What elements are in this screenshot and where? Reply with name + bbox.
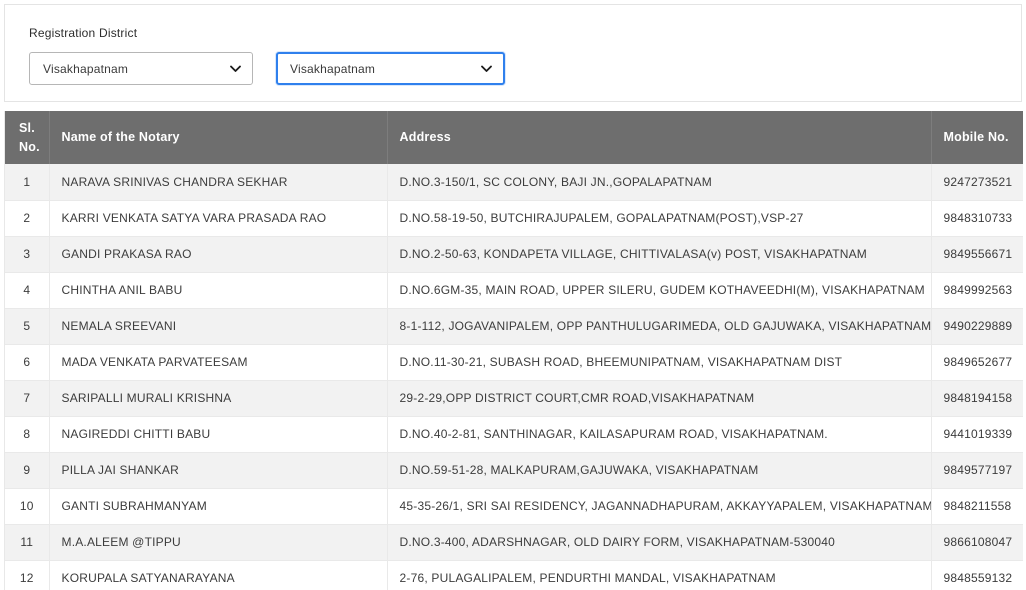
cell-address: D.NO.59-51-28, MALKAPURAM,GAJUWAKA, VISA… — [387, 452, 931, 488]
cell-notary-name: M.A.ALEEM @TIPPU — [49, 524, 387, 560]
cell-mobile-no: 9490229889 — [931, 308, 1023, 344]
cell-notary-name: KORUPALA SATYANARAYANA — [49, 560, 387, 590]
cell-mobile-no: 9247273521 — [931, 164, 1023, 200]
chevron-down-icon — [230, 65, 241, 72]
sub-district-select[interactable]: Visakhapatnam — [276, 52, 505, 85]
table-row: 12 KORUPALA SATYANARAYANA 2-76, PULAGALI… — [5, 560, 1023, 590]
cell-sl-no: 12 — [5, 560, 49, 590]
cell-mobile-no: 9849992563 — [931, 272, 1023, 308]
cell-notary-name: KARRI VENKATA SATYA VARA PRASADA RAO — [49, 200, 387, 236]
cell-sl-no: 6 — [5, 344, 49, 380]
registration-district-label: Registration District — [29, 26, 997, 40]
cell-sl-no: 2 — [5, 200, 49, 236]
cell-sl-no: 10 — [5, 488, 49, 524]
notary-table-body: 1 NARAVA SRINIVAS CHANDRA SEKHAR D.NO.3-… — [5, 164, 1023, 590]
registration-district-select[interactable]: Visakhapatnam — [29, 52, 253, 85]
cell-mobile-no: 9849556671 — [931, 236, 1023, 272]
cell-sl-no: 9 — [5, 452, 49, 488]
cell-sl-no: 8 — [5, 416, 49, 452]
cell-notary-name: PILLA JAI SHANKAR — [49, 452, 387, 488]
cell-notary-name: GANDI PRAKASA RAO — [49, 236, 387, 272]
notary-table-container: Sl. No. Name of the Notary Address Mobil… — [4, 111, 1022, 590]
cell-address: 45-35-26/1, SRI SAI RESIDENCY, JAGANNADH… — [387, 488, 931, 524]
table-row: 2 KARRI VENKATA SATYA VARA PRASADA RAO D… — [5, 200, 1023, 236]
table-row: 7 SARIPALLI MURALI KRISHNA 29-2-29,OPP D… — [5, 380, 1023, 416]
cell-mobile-no: 9849577197 — [931, 452, 1023, 488]
header-notary-name: Name of the Notary — [49, 111, 387, 164]
cell-address: D.NO.6GM-35, MAIN ROAD, UPPER SILERU, GU… — [387, 272, 931, 308]
registration-district-panel: Registration District Visakhapatnam Visa… — [4, 4, 1022, 102]
cell-mobile-no: 9848559132 — [931, 560, 1023, 590]
cell-sl-no: 5 — [5, 308, 49, 344]
cell-address: D.NO.3-400, ADARSHNAGAR, OLD DAIRY FORM,… — [387, 524, 931, 560]
cell-sl-no: 11 — [5, 524, 49, 560]
cell-address: D.NO.40-2-81, SANTHINAGAR, KAILASAPURAM … — [387, 416, 931, 452]
table-row: 3 GANDI PRAKASA RAO D.NO.2-50-63, KONDAP… — [5, 236, 1023, 272]
cell-notary-name: NEMALA SREEVANI — [49, 308, 387, 344]
cell-notary-name: NAGIREDDI CHITTI BABU — [49, 416, 387, 452]
cell-mobile-no: 9848194158 — [931, 380, 1023, 416]
cell-address: 8-1-112, JOGAVANIPALEM, OPP PANTHULUGARI… — [387, 308, 931, 344]
cell-address: D.NO.58-19-50, BUTCHIRAJUPALEM, GOPALAPA… — [387, 200, 931, 236]
cell-notary-name: NARAVA SRINIVAS CHANDRA SEKHAR — [49, 164, 387, 200]
cell-sl-no: 7 — [5, 380, 49, 416]
sub-district-select-value: Visakhapatnam — [290, 62, 375, 76]
table-row: 1 NARAVA SRINIVAS CHANDRA SEKHAR D.NO.3-… — [5, 164, 1023, 200]
cell-address: D.NO.2-50-63, KONDAPETA VILLAGE, CHITTIV… — [387, 236, 931, 272]
cell-sl-no: 1 — [5, 164, 49, 200]
notary-table: Sl. No. Name of the Notary Address Mobil… — [5, 111, 1023, 590]
cell-address: 29-2-29,OPP DISTRICT COURT,CMR ROAD,VISA… — [387, 380, 931, 416]
cell-notary-name: MADA VENKATA PARVATEESAM — [49, 344, 387, 380]
cell-address: 2-76, PULAGALIPALEM, PENDURTHI MANDAL, V… — [387, 560, 931, 590]
cell-mobile-no: 9849652677 — [931, 344, 1023, 380]
cell-address: D.NO.11-30-21, SUBASH ROAD, BHEEMUNIPATN… — [387, 344, 931, 380]
table-row: 8 NAGIREDDI CHITTI BABU D.NO.40-2-81, SA… — [5, 416, 1023, 452]
registration-district-select-value: Visakhapatnam — [43, 62, 128, 76]
table-row: 4 CHINTHA ANIL BABU D.NO.6GM-35, MAIN RO… — [5, 272, 1023, 308]
cell-mobile-no: 9848310733 — [931, 200, 1023, 236]
table-row: 6 MADA VENKATA PARVATEESAM D.NO.11-30-21… — [5, 344, 1023, 380]
chevron-down-icon — [481, 65, 492, 72]
table-row: 5 NEMALA SREEVANI 8-1-112, JOGAVANIPALEM… — [5, 308, 1023, 344]
header-mobile-no: Mobile No. — [931, 111, 1023, 164]
cell-notary-name: GANTI SUBRAHMANYAM — [49, 488, 387, 524]
cell-mobile-no: 9848211558 — [931, 488, 1023, 524]
cell-sl-no: 3 — [5, 236, 49, 272]
header-address: Address — [387, 111, 931, 164]
table-header-row: Sl. No. Name of the Notary Address Mobil… — [5, 111, 1023, 164]
table-row: 9 PILLA JAI SHANKAR D.NO.59-51-28, MALKA… — [5, 452, 1023, 488]
header-sl-no: Sl. No. — [5, 111, 49, 164]
district-selects-row: Visakhapatnam Visakhapatnam — [29, 52, 997, 85]
table-row: 11 M.A.ALEEM @TIPPU D.NO.3-400, ADARSHNA… — [5, 524, 1023, 560]
cell-sl-no: 4 — [5, 272, 49, 308]
cell-mobile-no: 9441019339 — [931, 416, 1023, 452]
table-row: 10 GANTI SUBRAHMANYAM 45-35-26/1, SRI SA… — [5, 488, 1023, 524]
cell-mobile-no: 9866108047 — [931, 524, 1023, 560]
cell-notary-name: SARIPALLI MURALI KRISHNA — [49, 380, 387, 416]
cell-address: D.NO.3-150/1, SC COLONY, BAJI JN.,GOPALA… — [387, 164, 931, 200]
cell-notary-name: CHINTHA ANIL BABU — [49, 272, 387, 308]
